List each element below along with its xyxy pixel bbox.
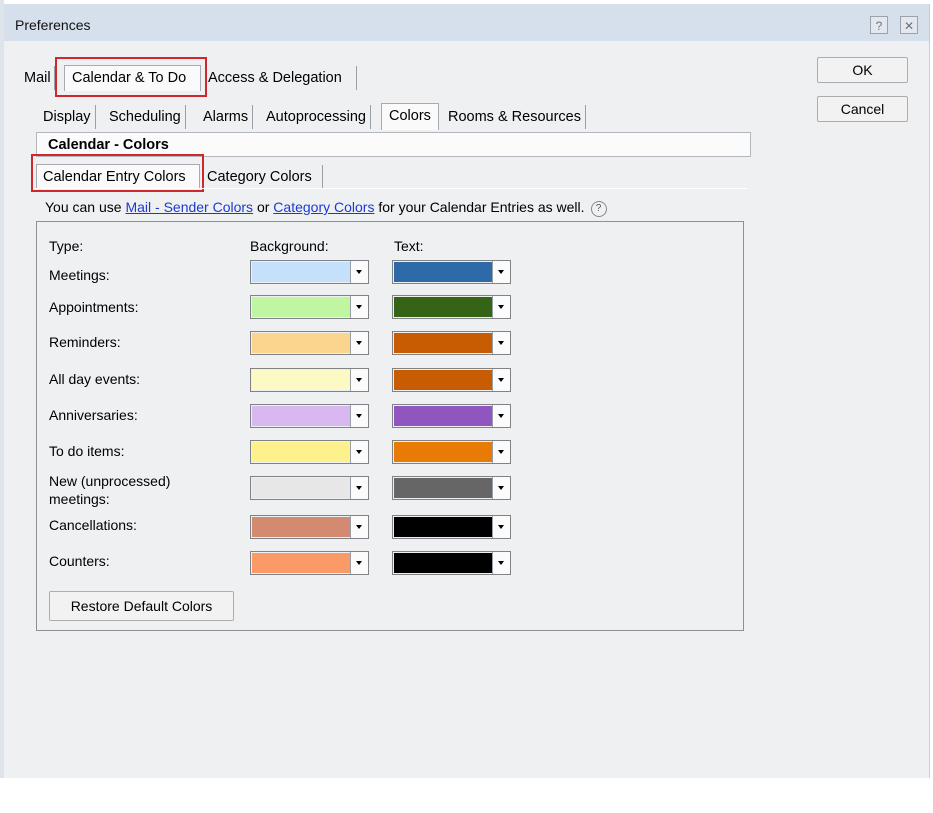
dropdown-arrow-icon[interactable] — [350, 332, 368, 354]
meetings-background-color — [252, 262, 350, 282]
dropdown-arrow-icon[interactable] — [492, 369, 510, 391]
tab-scheduling[interactable]: Scheduling — [105, 105, 186, 129]
row-label-anniversaries: Anniversaries: — [49, 407, 138, 423]
dropdown-arrow-icon[interactable] — [350, 369, 368, 391]
all-day-events-text-color — [394, 370, 492, 390]
dropdown-arrow-icon[interactable] — [350, 477, 368, 499]
dropdown-arrow-icon[interactable] — [350, 296, 368, 318]
to-do-items-background-select[interactable] — [250, 440, 369, 464]
category-colors-link[interactable]: Category Colors — [273, 199, 374, 215]
anniversaries-background-color — [252, 406, 350, 426]
dropdown-arrow-icon[interactable] — [350, 405, 368, 427]
anniversaries-text-color — [394, 406, 492, 426]
tab-mail[interactable]: Mail — [21, 66, 55, 90]
all-day-events-background-color — [252, 370, 350, 390]
hint-text: You can use Mail - Sender Colors or Cate… — [45, 199, 607, 217]
help-button[interactable]: ? — [870, 16, 888, 34]
close-button[interactable]: ✕ — [900, 16, 918, 34]
new-meetings-background-select[interactable] — [250, 476, 369, 500]
cancel-button[interactable]: Cancel — [817, 96, 908, 122]
row-label-to-do-items: To do items: — [49, 443, 125, 459]
title-bar: Preferences ? ✕ — [4, 4, 929, 41]
counters-background-color — [252, 553, 350, 573]
anniversaries-background-select[interactable] — [250, 404, 369, 428]
row-label-reminders: Reminders: — [49, 334, 121, 350]
reminders-text-color — [394, 333, 492, 353]
dropdown-arrow-icon[interactable] — [492, 552, 510, 574]
window-title: Preferences — [15, 17, 91, 33]
entry-colors-panel: Type: Background: Text: Meetings: Appoin… — [36, 221, 744, 631]
tab-category-colors[interactable]: Category Colors — [203, 165, 323, 189]
counters-background-select[interactable] — [250, 551, 369, 575]
row-label-new-unprocessed-meetings: New (unprocessed) meetings: — [49, 473, 171, 507]
tab-rooms-resources[interactable]: Rooms & Resources — [444, 105, 586, 129]
cancellations-background-color — [252, 517, 350, 537]
tab-access-delegation[interactable]: Access & Delegation — [204, 66, 357, 90]
reminders-background-select[interactable] — [250, 331, 369, 355]
cancellations-background-select[interactable] — [250, 515, 369, 539]
new-meetings-text-select[interactable] — [392, 476, 511, 500]
all-day-events-text-select[interactable] — [392, 368, 511, 392]
row-label-appointments: Appointments: — [49, 299, 139, 315]
mail-sender-colors-link[interactable]: Mail - Sender Colors — [125, 199, 253, 215]
tab-autoprocessing[interactable]: Autoprocessing — [262, 105, 371, 129]
row-label-meetings: Meetings: — [49, 267, 110, 283]
text-column-header: Text: — [394, 238, 424, 254]
dropdown-arrow-icon[interactable] — [492, 441, 510, 463]
dropdown-arrow-icon[interactable] — [492, 261, 510, 283]
dropdown-arrow-icon[interactable] — [350, 552, 368, 574]
tab-display[interactable]: Display — [39, 105, 96, 129]
tab-colors[interactable]: Colors — [381, 103, 439, 130]
dropdown-arrow-icon[interactable] — [492, 516, 510, 538]
dropdown-arrow-icon[interactable] — [492, 332, 510, 354]
dropdown-arrow-icon[interactable] — [492, 405, 510, 427]
cancellations-text-select[interactable] — [392, 515, 511, 539]
new-meetings-background-color — [252, 478, 350, 498]
background-column-header: Background: — [250, 238, 329, 254]
all-day-events-background-select[interactable] — [250, 368, 369, 392]
row-label-counters: Counters: — [49, 553, 110, 569]
dropdown-arrow-icon[interactable] — [492, 296, 510, 318]
meetings-text-color — [394, 262, 492, 282]
type-column-header: Type: — [49, 238, 84, 254]
cancellations-text-color — [394, 517, 492, 537]
meetings-text-select[interactable] — [392, 260, 511, 284]
appointments-text-select[interactable] — [392, 295, 511, 319]
divider — [36, 188, 747, 189]
row-label-cancellations: Cancellations: — [49, 517, 137, 533]
preferences-dialog: Preferences ? ✕ Mail Calendar & To Do Ac… — [4, 4, 930, 778]
counters-text-color — [394, 553, 492, 573]
reminders-background-color — [252, 333, 350, 353]
tab-alarms[interactable]: Alarms — [199, 105, 254, 129]
to-do-items-text-select[interactable] — [392, 440, 511, 464]
dropdown-arrow-icon[interactable] — [350, 261, 368, 283]
to-do-items-background-color — [252, 442, 350, 462]
new-meetings-text-color — [394, 478, 492, 498]
reminders-text-select[interactable] — [392, 331, 511, 355]
meetings-background-select[interactable] — [250, 260, 369, 284]
ok-button[interactable]: OK — [817, 57, 908, 83]
dropdown-arrow-icon[interactable] — [492, 477, 510, 499]
dropdown-arrow-icon[interactable] — [350, 441, 368, 463]
counters-text-select[interactable] — [392, 551, 511, 575]
highlight-calendar-tab — [55, 57, 207, 97]
anniversaries-text-select[interactable] — [392, 404, 511, 428]
appointments-background-select[interactable] — [250, 295, 369, 319]
row-label-all-day-events: All day events: — [49, 371, 141, 387]
appointments-background-color — [252, 297, 350, 317]
restore-default-colors-button[interactable]: Restore Default Colors — [49, 591, 234, 621]
dropdown-arrow-icon[interactable] — [350, 516, 368, 538]
to-do-items-text-color — [394, 442, 492, 462]
appointments-text-color — [394, 297, 492, 317]
section-title: Calendar - Colors — [48, 137, 169, 153]
help-icon[interactable]: ? — [590, 201, 607, 217]
highlight-entry-colors-tab — [31, 154, 204, 192]
